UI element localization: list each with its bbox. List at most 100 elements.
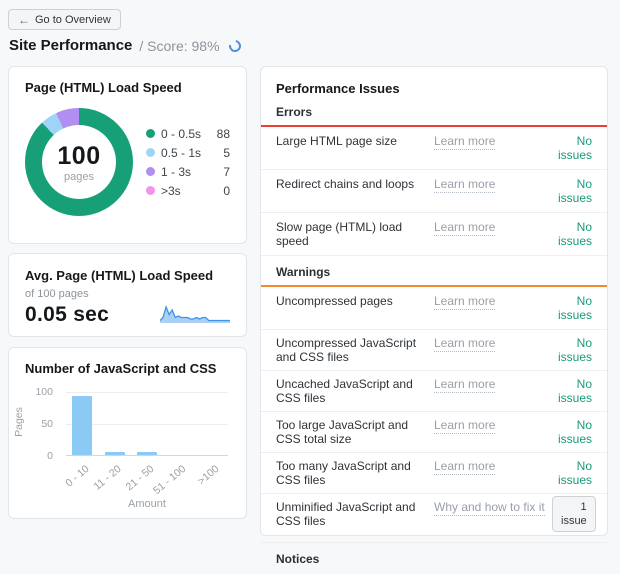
no-issues-label: No issues: [557, 177, 592, 205]
issue-label: Large HTML page size: [276, 134, 397, 148]
issue-label: Uncompressed pages: [276, 294, 393, 308]
issue-status: No issues: [552, 177, 592, 205]
load-speed-donut-chart: 100 pages 0 - 0.5s 88 0.5 - 1s 5 1 - 3s …: [25, 108, 230, 216]
y-axis-tick: 50: [41, 418, 53, 430]
issue-learn-more-link[interactable]: Learn more: [434, 294, 552, 310]
back-button-label: Go to Overview: [35, 13, 111, 26]
bar-slot: [196, 392, 228, 455]
legend-dot-icon: [146, 167, 155, 176]
issue-status: No issues: [552, 220, 592, 248]
page-header: Site Performance / Score: 98%: [9, 37, 243, 54]
issue-learn-more-link[interactable]: Learn more: [434, 220, 552, 236]
section-header: Notices: [276, 552, 320, 566]
issue-learn-more-link[interactable]: Learn more: [434, 377, 552, 393]
x-axis-tick: 51 - 100: [151, 460, 195, 497]
donut-total-value: 100: [57, 141, 101, 170]
legend-label: >3s: [161, 183, 181, 198]
issue-section: Warnings Uncompressed pages Learn more N…: [261, 265, 607, 543]
plot-area: [66, 392, 228, 456]
legend-value: 7: [223, 164, 230, 179]
performance-issues-panel: Performance Issues Errors Large HTML pag…: [260, 66, 608, 566]
issue-label: Too many JavaScript and CSS files: [276, 459, 411, 487]
card-title: Page (HTML) Load Speed: [25, 80, 182, 95]
donut-legend: 0 - 0.5s 88 0.5 - 1s 5 1 - 3s 7 >3s 0: [146, 124, 230, 200]
issue-learn-more-link[interactable]: Learn more: [434, 418, 552, 434]
issue-row: Uncompressed JavaScript and CSS files Le…: [261, 330, 607, 371]
js-css-bar-chart: Pages 100 50 0 0 - 10 11 - 20 21 - 50 51…: [13, 386, 230, 512]
issue-row: Slow page (HTML) load speed Learn more N…: [261, 213, 607, 256]
issue-label: Slow page (HTML) load speed: [276, 220, 403, 248]
issue-row: Uncompressed pages Learn more No issues: [261, 287, 607, 330]
no-issues-label: No issues: [557, 134, 592, 162]
issue-learn-more-link[interactable]: Learn more: [434, 336, 552, 352]
issue-row: Too large JavaScript and CSS total size …: [261, 412, 607, 453]
legend-item: 1 - 3s 7: [146, 162, 230, 181]
section-header: Warnings: [261, 265, 607, 287]
legend-item: 0.5 - 1s 5: [146, 143, 230, 162]
issues-panel-title: Performance Issues: [276, 81, 400, 96]
legend-item: >3s 0: [146, 181, 230, 200]
legend-label: 1 - 3s: [161, 164, 192, 179]
issue-status: 1 issue: [552, 496, 596, 536]
card-title: Number of JavaScript and CSS: [25, 361, 217, 376]
why-and-how-to-fix-it-link[interactable]: Why and how to fix it: [434, 500, 552, 516]
issue-row: Redirect chains and loops Learn more No …: [261, 170, 607, 213]
section-header: Errors: [261, 105, 607, 127]
bar: [72, 396, 93, 455]
donut-center: 100 pages: [42, 125, 116, 199]
legend-value: 5: [223, 145, 230, 160]
issue-learn-more-link[interactable]: Learn more: [434, 459, 552, 475]
legend-dot-icon: [146, 129, 155, 138]
issue-label: Too large JavaScript and CSS total size: [276, 418, 409, 446]
avg-speed-value: 0.05 sec: [25, 303, 110, 326]
bar: [137, 452, 158, 455]
x-axis-tick: >100: [195, 460, 228, 494]
left-arrow-icon: ←: [18, 12, 30, 27]
x-axis-tick-label: 0 - 10: [63, 463, 92, 490]
issue-label: Unminified JavaScript and CSS files: [276, 500, 416, 528]
legend-label: 0 - 0.5s: [161, 126, 202, 141]
issue-status: No issues: [552, 459, 592, 487]
score-label: / Score: 98%: [139, 37, 220, 54]
page-load-speed-card: Page (HTML) Load Speed 100 pages 0 - 0.5…: [8, 66, 247, 244]
issue-status: No issues: [552, 418, 592, 446]
no-issues-label: No issues: [557, 459, 592, 487]
issue-learn-more-link[interactable]: Learn more: [434, 177, 552, 193]
issue-row: Too many JavaScript and CSS files Learn …: [261, 453, 607, 494]
x-axis-tick-label: >100: [195, 463, 222, 488]
js-css-count-card: Number of JavaScript and CSS Pages 100 5…: [8, 347, 247, 519]
issue-row: Uncached JavaScript and CSS files Learn …: [261, 371, 607, 412]
x-axis-tick: 0 - 10: [63, 460, 98, 494]
issue-label: Uncompressed JavaScript and CSS files: [276, 336, 417, 364]
donut-ring: 100 pages: [25, 108, 133, 216]
issue-section: Errors Large HTML page size Learn more N…: [261, 105, 607, 256]
no-issues-label: No issues: [557, 294, 592, 322]
x-axis-tick: 11 - 20: [92, 460, 130, 494]
no-issues-label: No issues: [557, 336, 592, 364]
issue-label: Uncached JavaScript and CSS files: [276, 377, 413, 405]
issue-status: No issues: [552, 294, 592, 322]
loading-spinner-icon: [226, 37, 243, 54]
no-issues-label: No issues: [557, 220, 592, 248]
legend-value: 0: [223, 183, 230, 198]
load-speed-sparkline: [160, 305, 230, 323]
y-axis-title: Pages: [13, 407, 25, 437]
go-to-overview-button[interactable]: ← Go to Overview: [8, 9, 121, 30]
bar: [104, 452, 125, 455]
issue-learn-more-link[interactable]: Learn more: [434, 134, 552, 150]
bar-slot: [131, 392, 163, 455]
legend-label: 0.5 - 1s: [161, 145, 202, 160]
card-title: Avg. Page (HTML) Load Speed: [25, 268, 214, 283]
bar-slot: [163, 392, 195, 455]
no-issues-label: No issues: [557, 418, 592, 446]
issue-row: Large HTML page size Learn more No issue…: [261, 127, 607, 170]
legend-dot-icon: [146, 186, 155, 195]
bar-slot: [98, 392, 130, 455]
no-issues-label: No issues: [557, 377, 592, 405]
issue-row: Unminified JavaScript and CSS files Why …: [261, 494, 607, 543]
issue-count-button[interactable]: 1 issue: [552, 496, 596, 532]
page-title: Site Performance: [9, 37, 133, 54]
issue-status: No issues: [552, 377, 592, 405]
avg-speed-subtitle: of 100 pages: [25, 288, 89, 300]
legend-value: 88: [216, 126, 230, 141]
